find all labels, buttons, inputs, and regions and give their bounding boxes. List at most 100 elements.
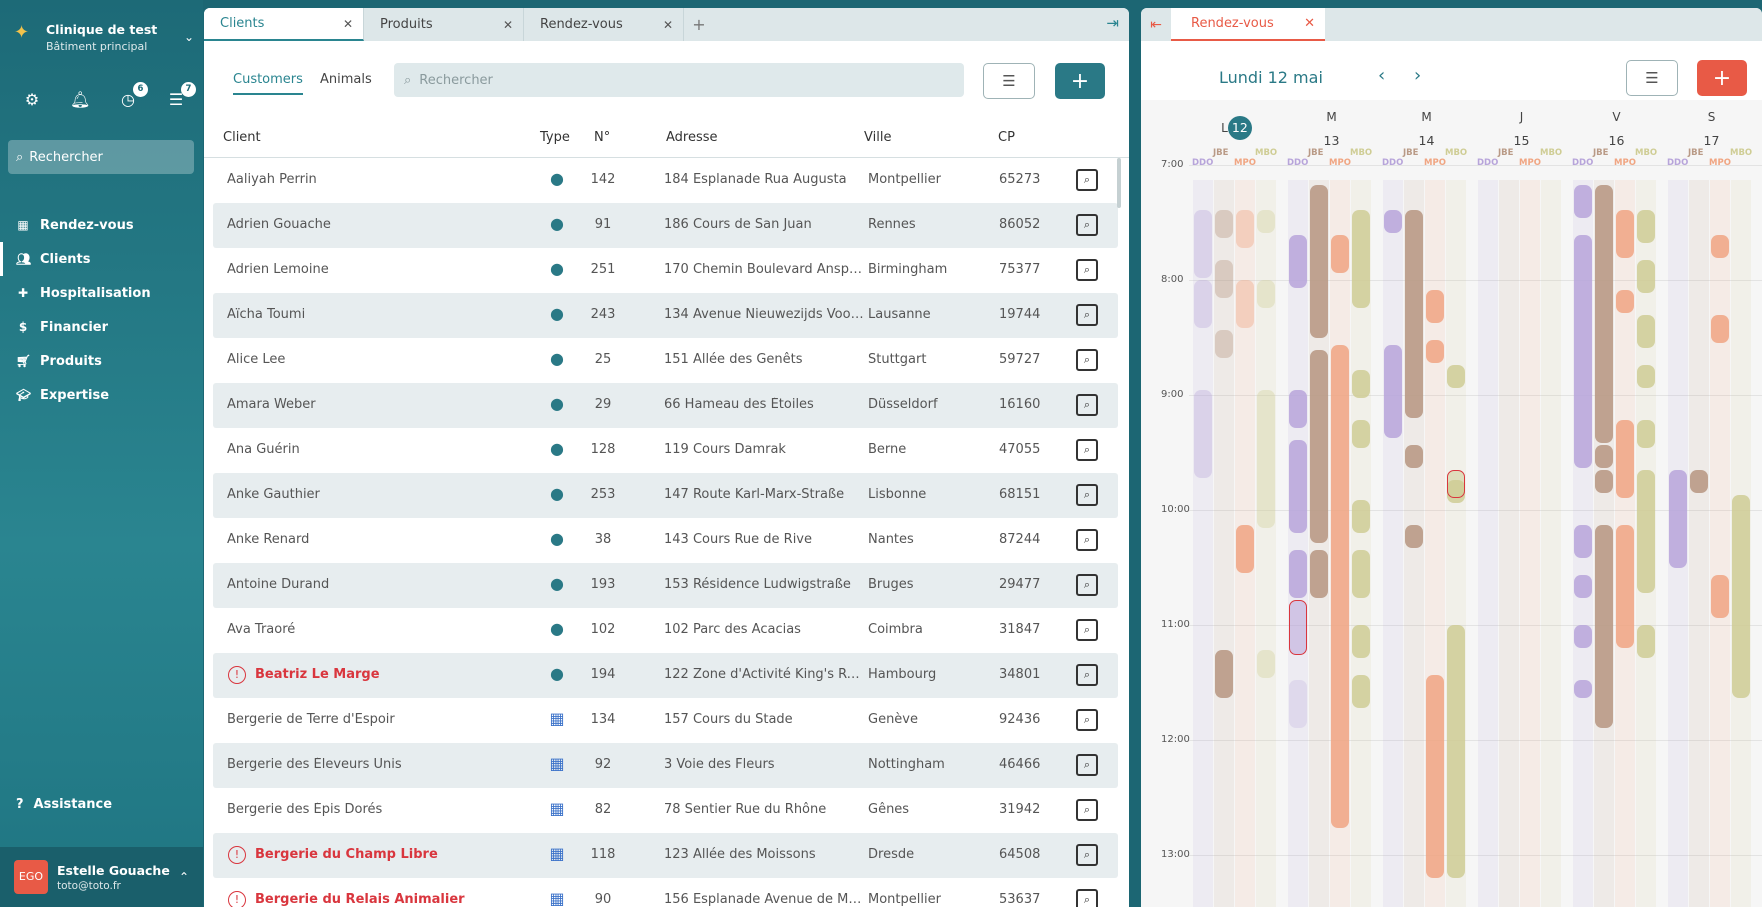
view-document-icon[interactable]: ⌕ bbox=[1076, 439, 1098, 461]
gear-icon[interactable]: ⚙ bbox=[22, 90, 42, 110]
bell-icon[interactable]: 🔔︎ bbox=[70, 90, 90, 110]
exit-icon[interactable]: ⇥ bbox=[1106, 14, 1119, 32]
vet-column[interactable] bbox=[1689, 180, 1709, 907]
appointment-block[interactable] bbox=[1616, 290, 1634, 313]
table-row[interactable]: Aïcha Toumi ● 243 134 Avenue Nieuwezijds Vo… bbox=[213, 293, 1118, 338]
appointment-block[interactable] bbox=[1289, 440, 1307, 533]
col-client[interactable]: Client bbox=[223, 130, 261, 145]
vet-column[interactable] bbox=[1520, 180, 1540, 907]
view-document-icon[interactable]: ⌕ bbox=[1076, 304, 1098, 326]
history-icon[interactable]: ◷ 6 bbox=[118, 82, 148, 110]
table-row[interactable]: Antoine Durand ● 193 153 Résidence Ludwigst… bbox=[213, 563, 1118, 608]
sidebar-item-expertise[interactable]: 🎓︎ Expertise bbox=[0, 378, 203, 412]
appointment-block[interactable] bbox=[1447, 625, 1465, 878]
user-menu[interactable]: EGO Estelle Gouache toto@toto.fr ⌃ bbox=[0, 847, 203, 907]
chevron-down-icon[interactable]: ⌄ bbox=[184, 30, 194, 44]
table-row[interactable]: Bergerie de Terre d'Espoir ▦ 134 157 Cours … bbox=[213, 698, 1118, 743]
close-icon[interactable]: ✕ bbox=[503, 18, 513, 32]
appointment-block[interactable] bbox=[1616, 420, 1634, 498]
appointment-block[interactable] bbox=[1447, 365, 1465, 388]
table-row[interactable]: Anke Renard ● 38 143 Cours Rue de Rive Nante… bbox=[213, 518, 1118, 563]
view-document-icon[interactable]: ⌕ bbox=[1076, 889, 1098, 907]
col-city[interactable]: Ville bbox=[864, 130, 891, 145]
view-document-icon[interactable]: ⌕ bbox=[1076, 169, 1098, 191]
appointment-block[interactable] bbox=[1637, 420, 1655, 448]
appointment-block[interactable] bbox=[1405, 210, 1423, 418]
appointment-block[interactable] bbox=[1595, 185, 1613, 443]
tasks-icon[interactable]: ☰ 7 bbox=[166, 82, 196, 110]
view-document-icon[interactable]: ⌕ bbox=[1076, 799, 1098, 821]
clinic-selector[interactable]: ✦ Clinique de test Bâtiment principal ⌄ bbox=[14, 22, 194, 53]
appointment-block[interactable] bbox=[1257, 390, 1275, 528]
appointment-block[interactable] bbox=[1257, 280, 1275, 308]
view-document-icon[interactable]: ⌕ bbox=[1076, 484, 1098, 506]
add-appointment-button[interactable]: + bbox=[1697, 60, 1747, 96]
table-row[interactable]: Ava Traoré ● 102 102 Parc des Acacias Coimbr… bbox=[213, 608, 1118, 653]
view-document-icon[interactable]: ⌕ bbox=[1076, 754, 1098, 776]
close-icon[interactable]: ✕ bbox=[343, 17, 353, 31]
close-icon[interactable]: ✕ bbox=[663, 18, 673, 32]
agenda-filter-button[interactable]: ☰ bbox=[1626, 60, 1678, 96]
sidebar-item-hospitalisation[interactable]: ✚ Hospitalisation bbox=[0, 276, 203, 310]
day-header[interactable]: J 15 bbox=[1474, 110, 1569, 148]
appointment-block[interactable] bbox=[1574, 625, 1592, 648]
appointment-block[interactable] bbox=[1574, 525, 1592, 558]
search-input[interactable]: ⌕ Rechercher bbox=[394, 63, 964, 97]
appointment-block[interactable] bbox=[1257, 650, 1275, 678]
appointment-block[interactable] bbox=[1426, 290, 1444, 323]
col-cp[interactable]: CP bbox=[998, 130, 1015, 145]
appointment-block[interactable] bbox=[1352, 675, 1370, 708]
appointment-block[interactable] bbox=[1637, 315, 1655, 348]
day-header[interactable]: M 14 bbox=[1379, 110, 1474, 148]
appointment-block[interactable] bbox=[1426, 340, 1444, 363]
appointment-block[interactable] bbox=[1194, 280, 1212, 328]
vet-column[interactable] bbox=[1541, 180, 1561, 907]
table-row[interactable]: Amara Weber ● 29 66 Hameau des Étoiles Düsse… bbox=[213, 383, 1118, 428]
appointment-block[interactable] bbox=[1194, 210, 1212, 278]
day-header[interactable]: L 12 bbox=[1189, 110, 1284, 140]
appointment-block[interactable] bbox=[1257, 210, 1275, 233]
col-num[interactable]: N° bbox=[594, 130, 610, 145]
table-row[interactable]: Aaliyah Perrin ● 142 184 Esplanade Rua Augu… bbox=[213, 158, 1118, 203]
appointment-block[interactable] bbox=[1215, 260, 1233, 298]
appointment-block[interactable] bbox=[1574, 185, 1592, 218]
appointment-block[interactable] bbox=[1595, 525, 1613, 728]
chevron-up-icon[interactable]: ⌃ bbox=[179, 870, 189, 884]
appointment-block[interactable] bbox=[1637, 365, 1655, 388]
appointment-block[interactable] bbox=[1352, 420, 1370, 448]
view-document-icon[interactable]: ⌕ bbox=[1076, 844, 1098, 866]
sidebar-item-rendez-vous[interactable]: ▦ Rendez-vous bbox=[0, 208, 203, 242]
appointment-block[interactable] bbox=[1310, 185, 1328, 338]
tab-animals[interactable]: Animals bbox=[320, 72, 372, 87]
appointment-block[interactable] bbox=[1616, 210, 1634, 258]
vet-column[interactable] bbox=[1710, 180, 1730, 907]
appointment-block[interactable] bbox=[1574, 680, 1592, 698]
appointment-block[interactable] bbox=[1236, 210, 1254, 248]
view-document-icon[interactable]: ⌕ bbox=[1076, 619, 1098, 641]
vet-column[interactable] bbox=[1288, 180, 1308, 907]
appointment-block[interactable] bbox=[1405, 445, 1423, 468]
appointment-block[interactable] bbox=[1732, 495, 1750, 698]
appointment-block[interactable] bbox=[1215, 650, 1233, 698]
view-document-icon[interactable]: ⌕ bbox=[1076, 709, 1098, 731]
appointment-block[interactable] bbox=[1384, 345, 1402, 438]
filter-button[interactable]: ☰ bbox=[983, 63, 1035, 99]
appointment-block[interactable] bbox=[1352, 210, 1370, 308]
view-document-icon[interactable]: ⌕ bbox=[1076, 214, 1098, 236]
appointment-block[interactable] bbox=[1669, 470, 1687, 568]
table-row[interactable]: Bergerie des Éleveurs Unis ▦ 92 3 Voie des … bbox=[213, 743, 1118, 788]
appointment-block[interactable] bbox=[1384, 210, 1402, 233]
close-icon[interactable]: ✕ bbox=[1304, 16, 1315, 31]
appointment-block[interactable] bbox=[1352, 550, 1370, 598]
day-header[interactable]: M 13 bbox=[1284, 110, 1379, 148]
chevron-left-icon[interactable]: ‹ bbox=[1378, 65, 1385, 86]
table-row[interactable]: ! Bergerie du Relais Animalier ▦ 90 156 Espl… bbox=[213, 878, 1118, 907]
sidebar-item-clients[interactable]: 👥︎ Clients bbox=[0, 242, 203, 276]
appointment-block[interactable] bbox=[1289, 390, 1307, 428]
appointment-block[interactable] bbox=[1574, 575, 1592, 598]
view-document-icon[interactable]: ⌕ bbox=[1076, 664, 1098, 686]
appointment-block[interactable] bbox=[1289, 550, 1307, 598]
view-document-icon[interactable]: ⌕ bbox=[1076, 529, 1098, 551]
add-client-button[interactable]: + bbox=[1055, 63, 1105, 99]
appointment-block[interactable] bbox=[1331, 235, 1349, 273]
